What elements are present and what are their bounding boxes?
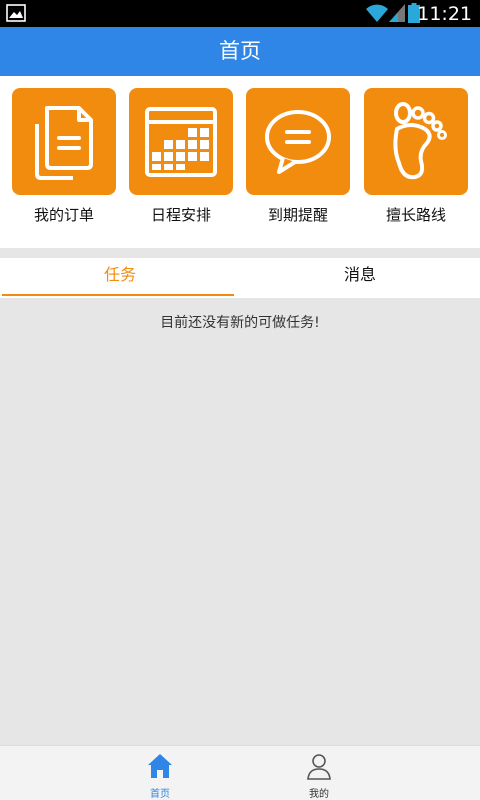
shortcut-my-orders[interactable]: 我的订单 bbox=[12, 88, 116, 238]
shortcut-grid: 我的订单 日程安排 到期提醒 擅长路线 bbox=[0, 76, 480, 248]
bottom-nav: 首页 我的 bbox=[0, 745, 480, 800]
signal-icon bbox=[389, 4, 405, 26]
calendar-icon bbox=[145, 106, 217, 177]
task-list[interactable]: 目前还没有新的可做任务! bbox=[0, 298, 480, 745]
shortcut-reminder[interactable]: 到期提醒 bbox=[246, 88, 350, 238]
person-icon bbox=[307, 754, 331, 780]
home-icon bbox=[148, 754, 172, 778]
tab-bar: 任务 消息 bbox=[0, 258, 480, 298]
nav-me[interactable]: 我的 bbox=[289, 752, 349, 800]
shortcut-label: 我的订单 bbox=[33, 206, 94, 224]
shortcut-tile[interactable] bbox=[12, 88, 116, 195]
nav-home[interactable]: 首页 bbox=[130, 752, 190, 800]
gallery-icon bbox=[6, 4, 26, 26]
status-bar: 11:21 bbox=[0, 0, 480, 27]
status-time: 11:21 bbox=[417, 3, 472, 25]
shortcut-label: 擅长路线 bbox=[385, 206, 446, 224]
page-title: 首页 bbox=[219, 39, 261, 63]
nav-label: 首页 bbox=[150, 789, 170, 800]
tab-messages[interactable]: 消息 bbox=[240, 258, 480, 298]
tab-label: 任务 bbox=[103, 265, 136, 284]
shortcut-tile[interactable] bbox=[246, 88, 350, 195]
title-bar: 首页 bbox=[0, 27, 480, 76]
empty-message: 目前还没有新的可做任务! bbox=[160, 315, 320, 331]
shortcut-routes[interactable]: 擅长路线 bbox=[364, 88, 468, 238]
shortcut-label: 日程安排 bbox=[150, 206, 211, 224]
shortcut-tile[interactable] bbox=[364, 88, 468, 195]
footprint-icon bbox=[393, 101, 447, 179]
shortcut-label: 到期提醒 bbox=[267, 206, 328, 224]
wifi-icon bbox=[366, 3, 388, 27]
chat-bubble-icon bbox=[265, 109, 331, 174]
shortcut-schedule[interactable]: 日程安排 bbox=[129, 88, 233, 238]
tab-label: 消息 bbox=[343, 265, 376, 284]
tab-tasks[interactable]: 任务 bbox=[0, 258, 240, 298]
nav-label: 我的 bbox=[309, 789, 329, 800]
documents-icon bbox=[35, 105, 93, 180]
tab-indicator bbox=[2, 294, 234, 296]
shortcut-tile[interactable] bbox=[129, 88, 233, 195]
